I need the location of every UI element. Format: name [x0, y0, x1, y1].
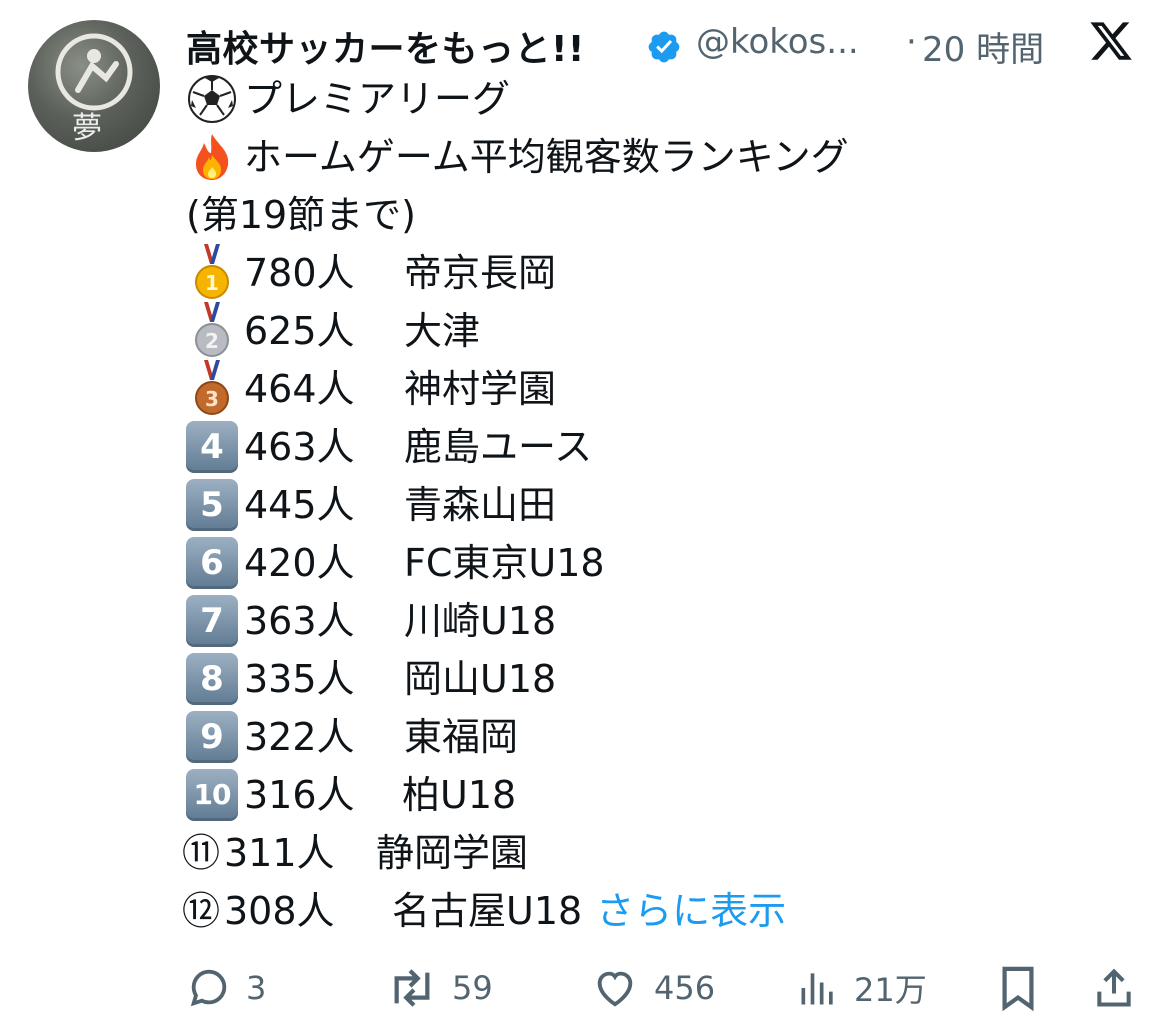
handle[interactable]: @kokos...: [696, 22, 859, 62]
ranking-row: ⑫ 308人 名古屋U18 さらに表示: [182, 882, 1146, 940]
ranking-row: 5 445人 青森山田: [186, 476, 1146, 534]
attendance-count: 311人: [224, 831, 335, 875]
post-body: プレミアリーグ ホームゲーム平均観客数ランキング (第19節まで) 1 780人…: [182, 70, 1146, 940]
action-bar: 3 59 456 21万: [186, 960, 1146, 1016]
keycap-icon: 4: [186, 421, 238, 473]
gold-medal-icon: 1: [186, 244, 244, 302]
avatar[interactable]: 夢: [28, 20, 160, 152]
team-name: 鹿島ユース: [404, 425, 593, 469]
team-name: 名古屋U18: [392, 889, 583, 933]
ranking-row: 4 463人 鹿島ユース: [186, 418, 1146, 476]
post-line: プレミアリーグ: [186, 70, 1146, 128]
ranking-row: ⑪ 311人 静岡学園: [182, 824, 1146, 882]
post-header: 高校サッカーをもっと!! @kokos... · 20 時間: [186, 14, 1146, 70]
share-icon: [1097, 968, 1131, 1007]
ranking-row: 7 363人 川崎U18: [186, 592, 1146, 650]
analytics-icon: [801, 973, 833, 1005]
team-name: 柏U18: [402, 773, 517, 817]
attendance-count: 780人: [244, 251, 355, 295]
ranking-row: 8 335人 岡山U18: [186, 650, 1146, 708]
reply-button[interactable]: 3: [186, 960, 266, 1016]
views-button[interactable]: 21万: [796, 960, 927, 1016]
like-button[interactable]: 456: [590, 960, 715, 1016]
team-name: 帝京長岡: [404, 251, 557, 295]
soccer-ball-icon: [186, 70, 244, 128]
attendance-count: 363人: [244, 599, 355, 643]
team-name: FC東京U18: [404, 541, 605, 585]
like-count: 456: [654, 969, 716, 1007]
separator-dot: ·: [906, 22, 917, 62]
team-name: 神村学園: [404, 367, 557, 411]
svg-text:1: 1: [205, 271, 219, 295]
ranking-row: 3 464人 神村学園: [186, 360, 1146, 418]
keycap-icon: 5: [186, 479, 238, 531]
ranking-row: 6 420人 FC東京U18: [186, 534, 1146, 592]
team-name: 川崎U18: [404, 599, 557, 643]
bronze-medal-icon: 3: [186, 360, 244, 418]
fire-icon: [186, 128, 244, 186]
ranking-row: 2 625人 大津: [186, 302, 1146, 360]
svg-text:2: 2: [205, 329, 219, 353]
avatar-text: 夢: [72, 111, 102, 146]
attendance-count: 322人: [244, 715, 355, 759]
team-name: 東福岡: [404, 715, 519, 759]
post-line: ホームゲーム平均観客数ランキング: [186, 128, 1146, 186]
attendance-count: 420人: [244, 541, 355, 585]
avatar-logo-icon: 夢: [55, 33, 133, 146]
see-more-link[interactable]: さらに表示: [596, 882, 786, 940]
keycap-icon: 6: [186, 537, 238, 589]
display-name[interactable]: 高校サッカーをもっと!!: [186, 20, 585, 72]
heart-icon: [597, 971, 633, 1007]
post-line-text: プレミアリーグ: [244, 77, 511, 121]
views-count: 21万: [854, 971, 927, 1009]
keycap-icon: 10: [186, 769, 238, 821]
attendance-count: 316人: [244, 773, 355, 817]
repost-button[interactable]: 59: [386, 960, 493, 1016]
x-logo-icon[interactable]: [1086, 18, 1136, 64]
attendance-count: 445人: [244, 483, 355, 527]
repost-icon: [394, 969, 430, 1007]
post-time[interactable]: 20 時間: [922, 22, 1044, 71]
reply-count: 3: [246, 969, 267, 1007]
repost-count: 59: [452, 969, 493, 1007]
team-name: 岡山U18: [404, 657, 557, 701]
keycap-icon: 8: [186, 653, 238, 705]
attendance-count: 335人: [244, 657, 355, 701]
silver-medal-icon: 2: [186, 302, 244, 360]
post-line: (第19節まで): [186, 186, 1146, 244]
attendance-count: 463人: [244, 425, 355, 469]
ranking-row: 9 322人 東福岡: [186, 708, 1146, 766]
verified-badge-icon: [648, 31, 680, 63]
attendance-count: 464人: [244, 367, 355, 411]
attendance-count: 308人: [224, 889, 335, 933]
svg-text:3: 3: [205, 387, 219, 411]
ranking-row: 1 780人 帝京長岡: [186, 244, 1146, 302]
team-name: 大津: [404, 309, 481, 353]
team-name: 青森山田: [404, 483, 557, 527]
bookmark-button[interactable]: [998, 960, 1052, 1016]
ranking-row: 10 316人 柏U18: [186, 766, 1146, 824]
reply-icon: [190, 969, 227, 1007]
rank-number: ⑪: [182, 831, 221, 875]
attendance-count: 625人: [244, 309, 355, 353]
share-button[interactable]: [1092, 960, 1150, 1016]
team-name: 静岡学園: [376, 831, 529, 875]
bookmark-icon: [1002, 966, 1034, 1011]
post-line-text: ホームゲーム平均観客数ランキング: [244, 135, 849, 179]
keycap-icon: 9: [186, 711, 238, 763]
rank-number: ⑫: [182, 889, 221, 933]
post-line-text: (第19節まで): [186, 193, 417, 237]
keycap-icon: 7: [186, 595, 238, 647]
